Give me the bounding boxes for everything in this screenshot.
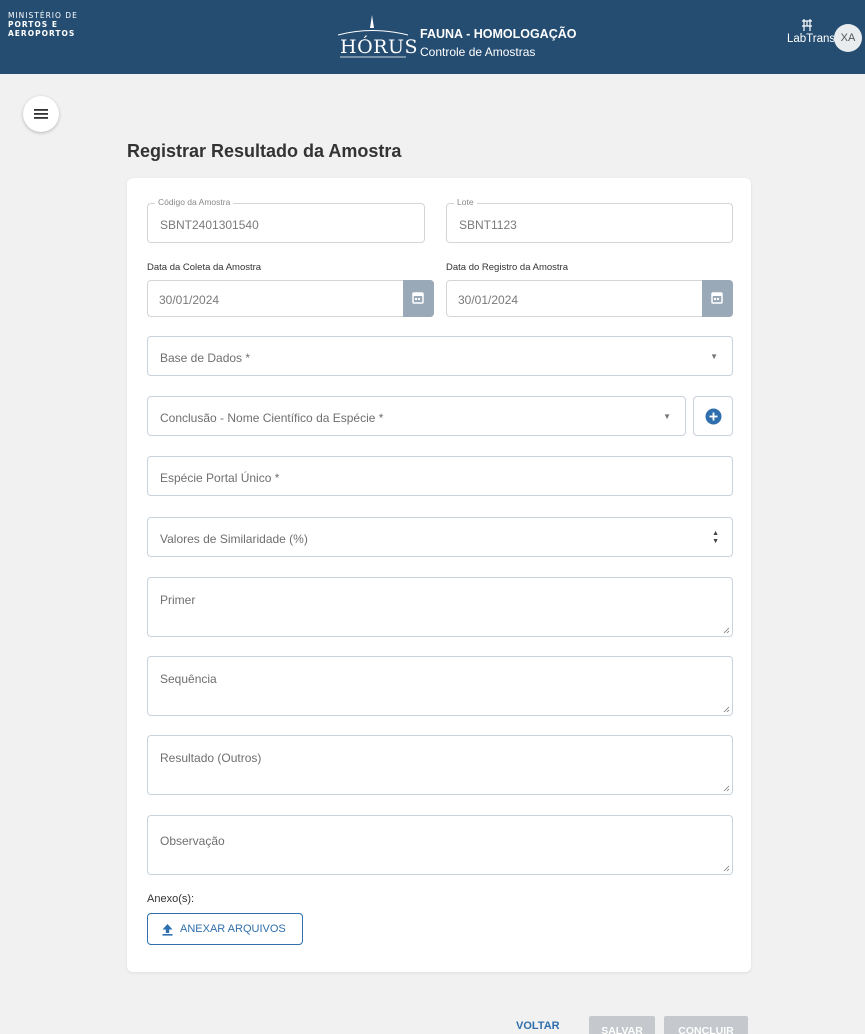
horus-logo-text: HÓRUS — [340, 36, 418, 58]
data-coleta-calendar-button[interactable] — [403, 280, 434, 317]
calendar-icon — [711, 292, 723, 304]
especie-portal-input[interactable]: Espécie Portal Único * — [147, 456, 733, 496]
chevron-down-icon: ▼ — [710, 352, 718, 361]
resize-grip-icon[interactable] — [722, 784, 730, 792]
app-subtitle: Controle de Amostras — [420, 45, 536, 59]
number-stepper-icon[interactable]: ▲ ▼ — [712, 530, 719, 546]
codigo-amostra-field: Código da Amostra SBNT2401301540 — [147, 197, 425, 243]
resize-grip-icon[interactable] — [722, 864, 730, 872]
ministry-line-3: AEROPORTOS — [8, 29, 76, 38]
data-registro-calendar-button[interactable] — [702, 280, 733, 317]
sequencia-placeholder: Sequência — [160, 672, 217, 686]
plus-circle-icon — [705, 408, 722, 425]
labtrans-logo: LabTrans — [787, 18, 835, 45]
resultado-outros-placeholder: Resultado (Outros) — [160, 751, 262, 765]
lote-label: Lote — [454, 197, 477, 207]
data-coleta-label: Data da Coleta da Amostra — [147, 262, 262, 273]
attach-files-label: ANEXAR ARQUIVOS — [180, 923, 286, 935]
form-card: Código da Amostra SBNT2401301540 Lote SB… — [127, 178, 751, 972]
hamburger-icon — [34, 109, 48, 119]
user-avatar[interactable]: XA — [834, 24, 862, 52]
base-dados-select[interactable]: Base de Dados * ▼ — [147, 336, 733, 376]
lote-field: Lote SBNT1123 — [446, 197, 733, 243]
data-registro-label: Data do Registro da Amostra — [446, 262, 568, 273]
especie-portal-placeholder: Espécie Portal Único * — [160, 471, 280, 485]
app-title: FAUNA - HOMOLOGAÇÃO — [420, 27, 577, 41]
resultado-outros-textarea[interactable]: Resultado (Outros) — [147, 735, 733, 795]
ministry-line-1: MINISTÉRIO DE — [8, 11, 78, 20]
save-button[interactable]: SALVAR — [589, 1016, 655, 1034]
observacao-placeholder: Observação — [160, 834, 225, 848]
data-coleta-field[interactable]: 30/01/2024 — [147, 280, 434, 317]
attach-files-button[interactable]: ANEXAR ARQUIVOS — [147, 913, 303, 945]
labtrans-label: LabTrans — [787, 33, 836, 45]
codigo-amostra-value: SBNT2401301540 — [160, 218, 259, 232]
ministry-logo: MINISTÉRIO DE PORTOS E AEROPORTOS — [8, 11, 78, 38]
chevron-down-icon: ▼ — [663, 412, 671, 421]
resize-grip-icon[interactable] — [722, 626, 730, 634]
primer-textarea[interactable]: Primer — [147, 577, 733, 637]
calendar-icon — [412, 292, 424, 304]
anexos-label: Anexo(s): — [147, 893, 195, 905]
lote-value: SBNT1123 — [459, 218, 517, 232]
data-coleta-value: 30/01/2024 — [159, 293, 220, 307]
data-registro-value: 30/01/2024 — [458, 293, 519, 307]
data-registro-field[interactable]: 30/01/2024 — [446, 280, 733, 317]
conclusao-select[interactable]: Conclusão - Nome Científico da Espécie *… — [147, 396, 686, 436]
ministry-line-2: PORTOS E — [8, 20, 58, 29]
similaridade-input[interactable]: Valores de Similaridade (%) ▲ ▼ — [147, 517, 733, 557]
primer-placeholder: Primer — [160, 593, 196, 607]
finish-button[interactable]: CONCLUIR — [664, 1016, 748, 1034]
top-header: MINISTÉRIO DE PORTOS E AEROPORTOS HÓRUS … — [0, 0, 865, 74]
resize-grip-icon[interactable] — [722, 705, 730, 713]
observacao-textarea[interactable]: Observação — [147, 815, 733, 875]
menu-toggle-button[interactable] — [23, 96, 59, 132]
codigo-amostra-label: Código da Amostra — [155, 197, 234, 207]
conclusao-placeholder: Conclusão - Nome Científico da Espécie * — [160, 411, 384, 425]
back-button[interactable]: VOLTAR — [516, 1020, 560, 1032]
upload-icon — [162, 924, 173, 936]
base-dados-placeholder: Base de Dados * — [160, 351, 251, 365]
similaridade-placeholder: Valores de Similaridade (%) — [160, 532, 308, 546]
page-title: Registrar Resultado da Amostra — [127, 141, 402, 161]
add-species-button[interactable] — [693, 396, 733, 436]
labtrans-icon — [802, 19, 812, 31]
sequencia-textarea[interactable]: Sequência — [147, 656, 733, 716]
